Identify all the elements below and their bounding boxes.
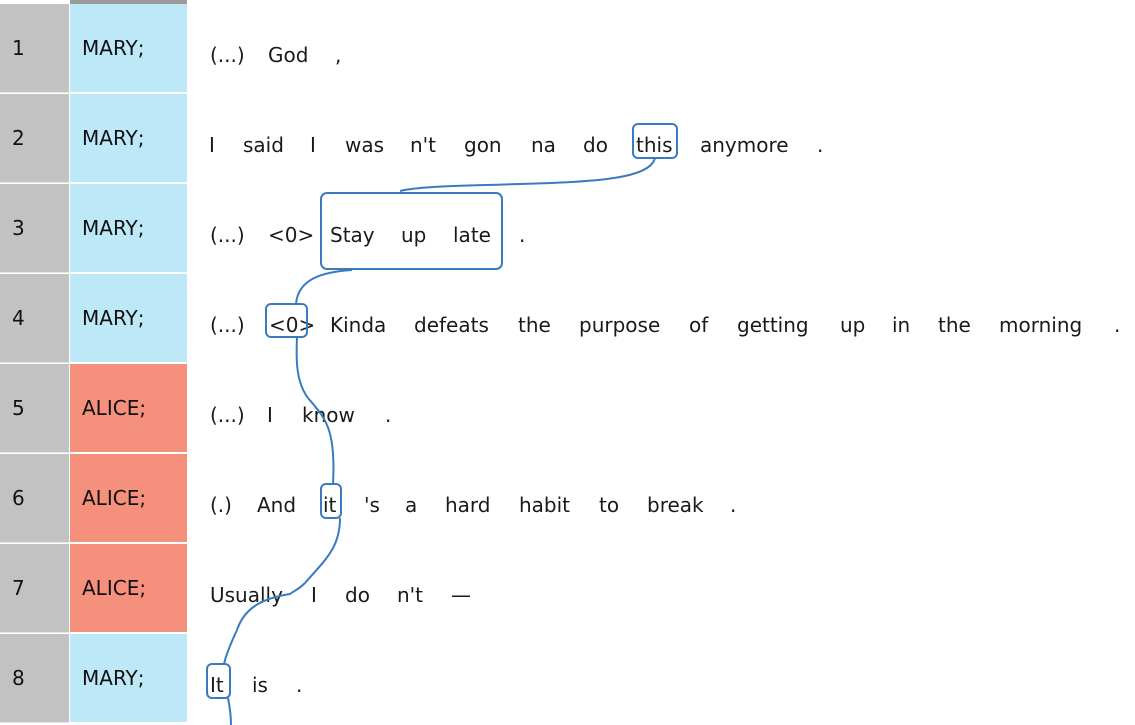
utterance: (...) Iknow. — [0, 364, 1135, 454]
token: was — [345, 133, 385, 157]
token: I — [311, 583, 317, 607]
utterance: (...) <0> Kinda defeats the purpose of getting u… — [0, 274, 1135, 364]
token: hard — [445, 493, 491, 517]
token: n't — [397, 583, 424, 607]
transcript-row: 7 ALICE; Usually Ido n't — — [0, 544, 1135, 634]
utterance: Isaid Iwas n't gon na do this anymore. — [0, 94, 1135, 184]
token: Usually — [210, 583, 283, 607]
token: do — [345, 583, 370, 607]
token: <0> — [269, 313, 316, 337]
token: know — [302, 403, 355, 427]
token: up — [401, 223, 427, 247]
utterance: (...) God, — [0, 4, 1135, 94]
token: it — [323, 493, 337, 517]
transcript-row: 4 MARY; (...) <0> Kinda defeats the purpose of ge… — [0, 274, 1135, 364]
token: up — [840, 313, 866, 337]
token: of — [689, 313, 709, 337]
token: defeats — [414, 313, 489, 337]
token: . — [1114, 313, 1121, 337]
token: purpose — [579, 313, 661, 337]
token: <0> — [268, 223, 315, 247]
token: . — [817, 133, 824, 157]
transcript-row: 2 MARY; Isaid Iwas n't gon na do this anymore. — [0, 94, 1135, 184]
token: morning — [999, 313, 1083, 337]
utterance: (...) <0> Stay up late. — [0, 184, 1135, 274]
token: Kinda — [330, 313, 387, 337]
transcript-row: 8 MARY; It is. — [0, 634, 1135, 724]
token: Stay — [330, 223, 375, 247]
utterance: It is. — [0, 634, 1135, 724]
transcript-row: 5 ALICE; (...) Iknow. — [0, 364, 1135, 454]
token: anymore — [700, 133, 789, 157]
token: (...) — [210, 223, 245, 247]
token: break — [647, 493, 704, 517]
token: 's — [364, 493, 380, 517]
transcript-row: 1 MARY; (...) God, — [0, 4, 1135, 94]
token: I — [310, 133, 316, 157]
token: It — [210, 673, 224, 697]
token: getting — [737, 313, 809, 337]
token: n't — [410, 133, 437, 157]
token: habit — [519, 493, 571, 517]
transcript-row: 3 MARY; (...) <0> Stay up late. — [0, 184, 1135, 274]
token: a — [405, 493, 418, 517]
token: . — [730, 493, 737, 517]
token: (...) — [210, 313, 245, 337]
token: And — [257, 493, 297, 517]
utterance: Usually Ido n't — — [0, 544, 1135, 634]
token: said — [243, 133, 284, 157]
token: (...) — [210, 43, 245, 67]
token: the — [518, 313, 551, 337]
token: , — [335, 43, 342, 67]
token: I — [267, 403, 273, 427]
header-strip — [70, 0, 187, 4]
token: the — [938, 313, 971, 337]
token: . — [519, 223, 526, 247]
token: this — [636, 133, 673, 157]
token: is — [252, 673, 268, 697]
transcript-row: 6 ALICE; (.) And it's a hard habit to break. — [0, 454, 1135, 544]
token: gon — [464, 133, 502, 157]
token: na — [531, 133, 556, 157]
utterance: (.) And it 's a hard habit to break. — [0, 454, 1135, 544]
token: (.) — [210, 493, 232, 517]
token: God — [268, 43, 309, 67]
token: in — [892, 313, 911, 337]
token: I — [209, 133, 215, 157]
token: to — [599, 493, 620, 517]
token: late — [453, 223, 491, 247]
token: . — [385, 403, 392, 427]
token: . — [296, 673, 303, 697]
token: do — [583, 133, 608, 157]
token: — — [451, 583, 471, 607]
token: (...) — [210, 403, 245, 427]
